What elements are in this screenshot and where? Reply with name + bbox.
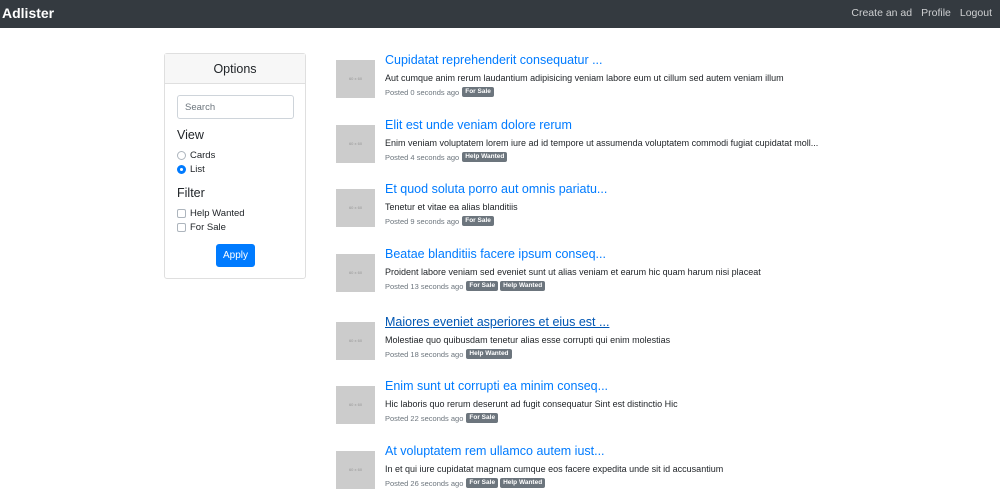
checkbox-icon[interactable] [177, 223, 186, 232]
filter-for-sale-checkbox[interactable]: For Sale [177, 222, 226, 233]
listing-description: Enim veniam voluptatem lorem iure ad id … [385, 138, 819, 148]
options-card: Options View Cards List Filter Help Want… [164, 53, 306, 279]
listing-thumbnail[interactable]: 60 x 60 [336, 189, 375, 227]
filter-for-sale-label: For Sale [190, 222, 226, 233]
navbar: Adlister Create an ad Profile Logout [0, 0, 1000, 28]
listing-item: 60 x 60 Et quod soluta porro aut omnis p… [336, 182, 936, 242]
apply-button[interactable]: Apply [216, 244, 255, 267]
help-wanted-badge: Help Wanted [500, 478, 546, 488]
nav-links: Create an ad Profile Logout [851, 7, 992, 19]
listing-thumbnail[interactable]: 60 x 60 [336, 451, 375, 489]
listing-description: Proident labore veniam sed eveniet sunt … [385, 267, 761, 277]
listing-posted-time: Posted 13 seconds ago [385, 281, 464, 291]
listing-item: 60 x 60 Maiores eveniet asperiores et ei… [336, 315, 936, 375]
listing-posted-time: Posted 22 seconds ago [385, 413, 464, 423]
listing-item: 60 x 60 Cupidatat reprehenderit consequa… [336, 53, 936, 113]
view-cards-radio[interactable]: Cards [177, 150, 215, 161]
listing-thumbnail[interactable]: 60 x 60 [336, 386, 375, 424]
listing-thumbnail[interactable]: 60 x 60 [336, 254, 375, 292]
listing-posted-time: Posted 4 seconds ago [385, 152, 460, 162]
filter-section-title: Filter [177, 186, 205, 200]
filter-help-wanted-checkbox[interactable]: Help Wanted [177, 208, 245, 219]
listing-title-link[interactable]: Beatae blanditiis facere ipsum conseq... [385, 247, 606, 261]
listing-description: In et qui iure cupidatat magnam cumque e… [385, 464, 724, 474]
nav-profile-link[interactable]: Profile [921, 7, 951, 19]
listing-thumbnail[interactable]: 60 x 60 [336, 60, 375, 98]
for-sale-badge: For Sale [466, 413, 499, 423]
listing-thumbnail[interactable]: 60 x 60 [336, 322, 375, 360]
view-section-title: View [177, 128, 204, 142]
view-list-label: List [190, 164, 205, 175]
listing-item: 60 x 60 At voluptatem rem ullamco autem … [336, 444, 936, 498]
listing-title-link[interactable]: Et quod soluta porro aut omnis pariatu..… [385, 182, 607, 196]
listing-item: 60 x 60 Enim sunt ut corrupti ea minim c… [336, 379, 936, 439]
listing-posted-time: Posted 18 seconds ago [385, 349, 464, 359]
listing-item: 60 x 60 Beatae blanditiis facere ipsum c… [336, 247, 936, 307]
listing-meta: Posted 26 seconds ago For Sale Help Want… [385, 478, 546, 488]
listing-description: Hic laboris quo rerum deserunt ad fugit … [385, 399, 678, 409]
listing-posted-time: Posted 9 seconds ago [385, 216, 460, 226]
for-sale-badge: For Sale [466, 478, 499, 488]
view-list-radio[interactable]: List [177, 164, 205, 175]
listing-meta: Posted 13 seconds ago For Sale Help Want… [385, 281, 546, 291]
radio-unchecked-icon[interactable] [177, 151, 186, 160]
listing-description: Tenetur et vitae ea alias blanditiis [385, 202, 518, 212]
nav-create-ad-link[interactable]: Create an ad [851, 7, 912, 19]
help-wanted-badge: Help Wanted [462, 152, 508, 162]
radio-checked-icon[interactable] [177, 165, 186, 174]
listing-meta: Posted 22 seconds ago For Sale [385, 413, 499, 423]
listing-title-link[interactable]: Cupidatat reprehenderit consequatur ... [385, 53, 603, 67]
listing-title-link[interactable]: Maiores eveniet asperiores et eius est .… [385, 315, 609, 329]
nav-logout-link[interactable]: Logout [960, 7, 992, 19]
filter-help-wanted-label: Help Wanted [190, 208, 245, 219]
listing-posted-time: Posted 0 seconds ago [385, 87, 460, 97]
help-wanted-badge: Help Wanted [466, 349, 512, 359]
options-header: Options [165, 54, 305, 84]
brand-logo[interactable]: Adlister [2, 5, 54, 21]
listing-title-link[interactable]: At voluptatem rem ullamco autem iust... [385, 444, 605, 458]
listing-description: Aut cumque anim rerum laudantium adipisi… [385, 73, 784, 83]
listing-thumbnail[interactable]: 60 x 60 [336, 125, 375, 163]
listing-description: Molestiae quo quibusdam tenetur alias es… [385, 335, 671, 345]
for-sale-badge: For Sale [462, 87, 494, 97]
listing-posted-time: Posted 26 seconds ago [385, 478, 464, 488]
view-cards-label: Cards [190, 150, 216, 161]
listing-meta: Posted 9 seconds ago For Sale [385, 216, 494, 226]
listing-meta: Posted 4 seconds ago Help Wanted [385, 152, 508, 162]
listing-meta: Posted 18 seconds ago Help Wanted [385, 349, 512, 359]
checkbox-icon[interactable] [177, 209, 186, 218]
help-wanted-badge: Help Wanted [500, 281, 546, 291]
listing-item: 60 x 60 Elit est unde veniam dolore reru… [336, 118, 936, 178]
listing-meta: Posted 0 seconds ago For Sale [385, 87, 494, 97]
listing-title-link[interactable]: Elit est unde veniam dolore rerum [385, 118, 572, 132]
listing-title-link[interactable]: Enim sunt ut corrupti ea minim conseq... [385, 379, 608, 393]
search-input[interactable] [177, 95, 294, 119]
for-sale-badge: For Sale [466, 281, 499, 291]
for-sale-badge: For Sale [462, 216, 494, 226]
